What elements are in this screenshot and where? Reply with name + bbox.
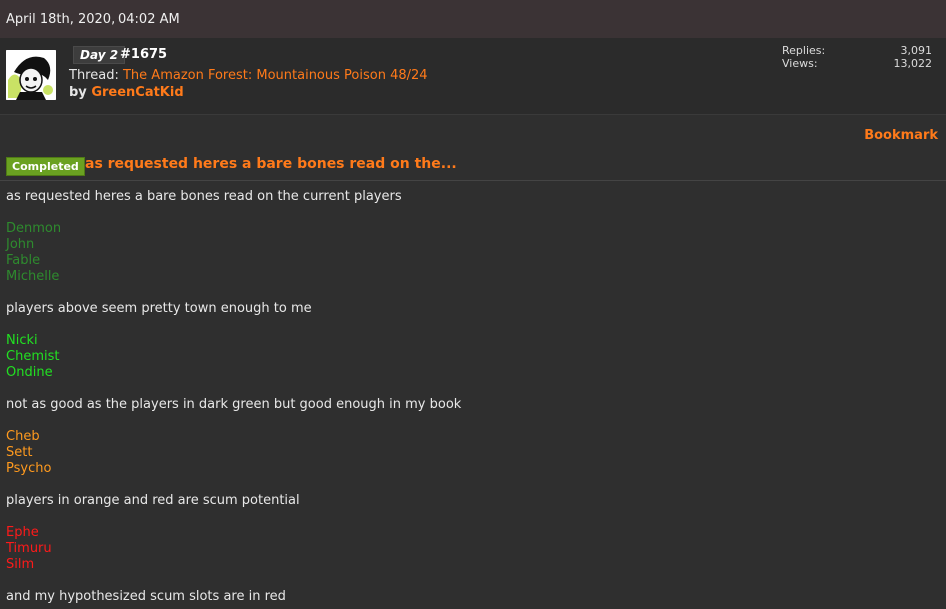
views-count: 13,022 (893, 57, 933, 70)
post-note: players in orange and red are scum poten… (6, 493, 300, 508)
replies-count: 3,091 (900, 44, 933, 57)
post-note: and my hypothesized scum slots are in re… (6, 589, 286, 604)
views-row: Views: 13,022 (782, 57, 932, 70)
post-number[interactable]: #1675 (120, 47, 167, 62)
replies-label: Replies: (782, 44, 826, 57)
player-name: Denmon (6, 221, 62, 236)
post-date-bar: April 18th, 2020, 04:02 AM (0, 0, 946, 38)
player-name: Nicki (6, 333, 38, 348)
day-label: Day 2 (73, 46, 126, 64)
replies-row: Replies: 3,091 (782, 44, 932, 57)
post-body: as requested heres a bare bones read on … (6, 189, 461, 605)
player-name: Psycho (6, 461, 52, 476)
thread-title-link[interactable]: The Amazon Forest: Mountainous Poison 48… (123, 68, 428, 83)
post-note: players above seem pretty town enough to… (6, 301, 312, 316)
player-name: Sett (6, 445, 33, 460)
author-line: by GreenCatKid (69, 85, 184, 100)
author-link[interactable]: GreenCatKid (91, 85, 183, 100)
views-label: Views: (782, 57, 818, 70)
player-name: Michelle (6, 269, 60, 284)
player-name: Timuru (6, 541, 52, 556)
thread-stats: Replies: 3,091 Views: 13,022 (782, 44, 932, 70)
by-label: by (69, 85, 87, 100)
player-name: Fable (6, 253, 41, 268)
post-date: April 18th, 2020, (6, 12, 116, 27)
avatar[interactable] (6, 50, 56, 100)
thread-line: Thread: The Amazon Forest: Mountainous P… (69, 68, 428, 83)
thread-info-bar: Day 2 #1675 Thread: The Amazon Forest: M… (0, 38, 946, 115)
post-note: not as good as the players in dark green… (6, 397, 462, 412)
player-name: Chemist (6, 349, 60, 364)
player-name: Ondine (6, 365, 53, 380)
post-title[interactable]: as requested heres a bare bones read on … (85, 156, 457, 172)
post-title-bar: Completed as requested heres a bare bone… (0, 151, 946, 181)
post-container: Bookmark Completed as requested heres a … (0, 115, 946, 609)
player-name: Cheb (6, 429, 40, 444)
bookmark-link[interactable]: Bookmark (864, 128, 938, 143)
player-name: Ephe (6, 525, 39, 540)
player-name: John (6, 237, 35, 252)
thread-label: Thread: (69, 68, 119, 83)
post-time: 04:02 AM (118, 12, 180, 27)
post-intro: as requested heres a bare bones read on … (6, 189, 402, 204)
status-badge: Completed (6, 157, 85, 176)
player-name: Silm (6, 557, 35, 572)
